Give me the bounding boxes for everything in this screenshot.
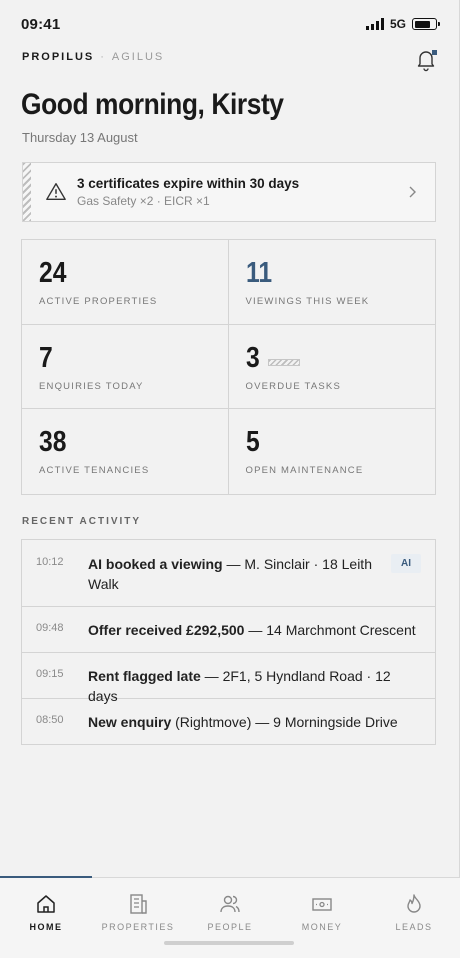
activity-time: 09:48 (36, 622, 64, 634)
stat-value: 38 (39, 426, 67, 459)
app-frame: 09:41 5G PROPILUS · AGILUS Good morning,… (0, 0, 460, 958)
activity-title: Offer received £292,500 (88, 622, 245, 638)
stat-overdue-tasks[interactable]: 3 OVERDUE TASKS (228, 325, 435, 410)
signal-icon (365, 18, 384, 30)
stat-label: ACTIVE TENANCIES (39, 465, 150, 477)
network-label: 5G (389, 17, 406, 31)
stat-active-tenancies[interactable]: 38 ACTIVE TENANCIES (22, 409, 229, 494)
stats-grid: 24 ACTIVE PROPERTIES 11 VIEWINGS THIS WE… (21, 239, 436, 495)
stat-label: ENQUIRIES TODAY (39, 380, 144, 392)
bottom-nav: HOME PROPERTIES PEOPLE MONEY LEADS (0, 876, 460, 958)
home-icon (37, 895, 55, 913)
date-label: Thursday 13 August (22, 130, 138, 145)
alert-title: 3 certificates expire within 30 days (77, 176, 300, 191)
brand-name: PROPILUS (22, 51, 95, 63)
stat-label: OVERDUE TASKS (245, 380, 341, 392)
stat-open-maintenance[interactable]: 5 OPEN MAINTENANCE (229, 409, 436, 494)
stat-value: 3 (245, 341, 260, 374)
activity-detail: (Rightmove) — 9 Morningside Drive (171, 714, 398, 730)
chevron-right-icon (409, 186, 416, 198)
activity-title: AI booked a viewing (88, 556, 223, 572)
activity-item[interactable]: 10:12 AI booked a viewing — M. Sinclair … (22, 540, 435, 607)
activity-item[interactable]: 09:48 Offer received £292,500 — 14 March… (22, 607, 435, 653)
activity-time: 10:12 (36, 556, 64, 568)
nav-item-properties[interactable]: PROPERTIES (92, 878, 184, 958)
stat-label: ACTIVE PROPERTIES (39, 296, 158, 307)
nav-label: LEADS (395, 922, 433, 932)
banknote-icon (312, 898, 332, 911)
certificate-alert[interactable]: 3 certificates expire within 30 days Gas… (22, 162, 436, 222)
nav-label: PEOPLE (207, 922, 253, 932)
activity-list: 10:12 AI booked a viewing — M. Sinclair … (21, 539, 436, 745)
brand-header: PROPILUS · AGILUS (22, 51, 164, 63)
battery-icon (412, 18, 440, 30)
activity-title: New enquiry (88, 714, 172, 730)
greeting-title: Good morning, Kirsty (21, 88, 284, 121)
activity-detail: — 14 Marchmont Crescent (244, 622, 416, 638)
status-indicators: 5G (365, 17, 440, 31)
flame-icon (407, 894, 421, 913)
recent-activity-heading: RECENT ACTIVITY (22, 516, 142, 527)
nav-item-leads[interactable]: LEADS (368, 878, 460, 958)
building-icon (130, 894, 147, 914)
stat-label: OPEN MAINTENANCE (245, 465, 364, 477)
nav-item-people[interactable]: PEOPLE (184, 878, 276, 958)
home-indicator[interactable] (164, 941, 294, 945)
people-icon (220, 895, 240, 913)
nav-label: PROPERTIES (101, 922, 175, 932)
nav-label: MONEY (301, 922, 343, 932)
activity-title: Rent flagged late (88, 668, 201, 684)
activity-description: Rent flagged late — 2F1, 5 Hyndland Road… (88, 666, 421, 706)
activity-description: Offer received £292,500 — 14 Marchmont C… (88, 620, 421, 640)
status-time: 09:41 (21, 15, 61, 33)
stat-value: 11 (245, 257, 272, 289)
activity-time: 08:50 (36, 714, 64, 726)
status-bar: 09:41 5G (21, 14, 440, 34)
nav-label: HOME (29, 922, 63, 932)
ai-badge: AI (391, 554, 421, 573)
activity-item[interactable]: 09:15 Rent flagged late — 2F1, 5 Hyndlan… (22, 653, 435, 704)
nav-item-home[interactable]: HOME (0, 878, 92, 958)
stat-value: 5 (245, 426, 260, 459)
brand-sub: AGILUS (111, 51, 165, 63)
stat-enquiries-today[interactable]: 7 ENQUIRIES TODAY (22, 324, 229, 410)
nav-item-money[interactable]: MONEY (276, 878, 368, 958)
brand-separator: · (100, 51, 106, 63)
alert-detail: Gas Safety ×2 · EICR ×1 (77, 194, 210, 208)
bell-icon[interactable] (414, 48, 438, 72)
activity-time: 09:15 (36, 668, 64, 680)
stat-active-properties[interactable]: 24 ACTIVE PROPERTIES (22, 240, 229, 325)
overdue-hatch-marker (267, 358, 300, 366)
stat-value: 7 (39, 341, 53, 374)
stat-value: 24 (39, 257, 67, 289)
activity-description: New enquiry (Rightmove) — 9 Morningside … (88, 712, 421, 732)
warning-icon (46, 183, 66, 201)
alert-stripe (23, 163, 31, 221)
stat-label: VIEWINGS THIS WEEK (245, 296, 370, 307)
activity-description: AI booked a viewing — M. Sinclair · 18 L… (88, 554, 381, 594)
stat-viewings-this-week[interactable]: 11 VIEWINGS THIS WEEK (228, 240, 435, 325)
nav-active-indicator (0, 876, 92, 878)
